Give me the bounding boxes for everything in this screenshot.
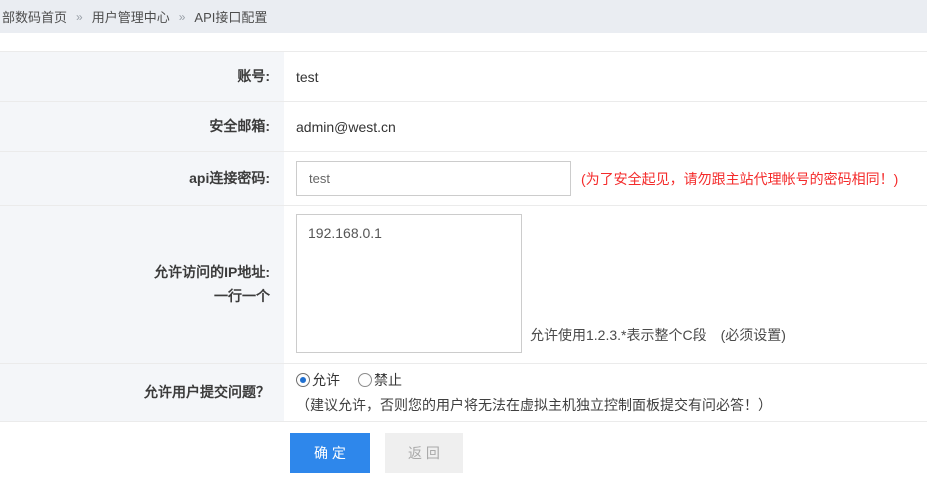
back-button[interactable]: 返 回 [385, 433, 463, 473]
allowed-ips-wrap: 192.168.0.1 允许使用1.2.3.*表示整个C段 (必须设置) [296, 214, 786, 353]
allowed-ips-hint: 允许使用1.2.3.*表示整个C段 (必须设置) [530, 325, 786, 353]
allow-questions-value: 允许 禁止 （建议允许，否则您的用户将无法在虚拟主机独立控制面板提交有问必答！） [284, 364, 927, 421]
radio-selected-icon[interactable] [296, 373, 310, 387]
account-value: test [284, 52, 927, 101]
breadcrumb-separator-icon: » [179, 10, 186, 24]
email-label-text: 安全邮箱: [209, 115, 270, 139]
radio-allow-label: 允许 [312, 370, 340, 390]
allow-questions-hint: （建议允许，否则您的用户将无法在虚拟主机独立控制面板提交有问必答！） [296, 395, 772, 415]
breadcrumb-item-user-center[interactable]: 用户管理中心 [92, 7, 170, 26]
allowed-ips-label-line1: 允许访问的IP地址: [154, 261, 270, 285]
allowed-ips-label: 允许访问的IP地址: 一行一个 [0, 206, 284, 363]
email-value-text: admin@west.cn [296, 119, 396, 135]
api-password-value: (为了安全起见，请勿跟主站代理帐号的密码相同！) [284, 152, 927, 205]
breadcrumb-separator-icon: » [76, 10, 83, 24]
form-actions: 确 定 返 回 [0, 422, 927, 473]
email-label: 安全邮箱: [0, 102, 284, 151]
form-row-allow-questions: 允许用户提交问题？ 允许 禁止 （建议允许，否则您的用户将无法在虚拟主机独立控制… [0, 364, 927, 422]
radio-unselected-icon[interactable] [358, 373, 372, 387]
api-password-label: api连接密码: [0, 152, 284, 205]
account-label-text: 账号: [237, 65, 270, 89]
breadcrumb-item-home[interactable]: 部数码首页 [2, 7, 67, 26]
radio-deny-label: 禁止 [374, 370, 402, 390]
api-config-form: 账号: test 安全邮箱: admin@west.cn api连接密码: (为… [0, 51, 927, 422]
form-row-account: 账号: test [0, 52, 927, 102]
api-password-label-text: api连接密码: [189, 167, 270, 191]
allowed-ips-textarea[interactable]: 192.168.0.1 [296, 214, 522, 353]
api-password-input[interactable] [296, 161, 571, 196]
form-row-api-password: api连接密码: (为了安全起见，请勿跟主站代理帐号的密码相同！) [0, 152, 927, 206]
confirm-button[interactable]: 确 定 [290, 433, 370, 473]
allowed-ips-label-line2: 一行一个 [214, 285, 270, 309]
allow-questions-label: 允许用户提交问题？ [0, 364, 284, 421]
email-value: admin@west.cn [284, 102, 927, 151]
form-row-allowed-ips: 允许访问的IP地址: 一行一个 192.168.0.1 允许使用1.2.3.*表… [0, 206, 927, 364]
account-label: 账号: [0, 52, 284, 101]
spacer [0, 33, 927, 51]
radio-option-deny[interactable]: 禁止 [358, 370, 402, 390]
allow-questions-radio-group: 允许 禁止 [296, 370, 402, 390]
form-row-email: 安全邮箱: admin@west.cn [0, 102, 927, 152]
breadcrumb: 部数码首页 » 用户管理中心 » API接口配置 [0, 0, 927, 33]
api-password-warning: (为了安全起见，请勿跟主站代理帐号的密码相同！) [581, 169, 898, 189]
allow-questions-label-text: 允许用户提交问题？ [144, 381, 270, 405]
breadcrumb-item-api-config: API接口配置 [194, 7, 267, 26]
account-value-text: test [296, 69, 319, 85]
api-config-page: 部数码首页 » 用户管理中心 » API接口配置 账号: test 安全邮箱: … [0, 0, 927, 479]
radio-option-allow[interactable]: 允许 [296, 370, 340, 390]
allowed-ips-value: 192.168.0.1 允许使用1.2.3.*表示整个C段 (必须设置) [284, 206, 927, 363]
